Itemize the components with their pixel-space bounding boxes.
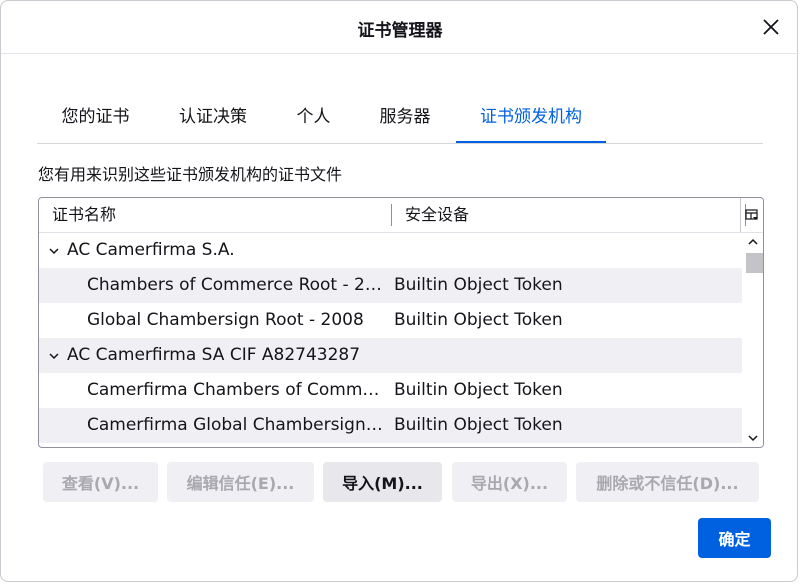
security-device: Builtin Object Token	[394, 275, 563, 295]
tab-authentication-decisions[interactable]: 认证决策	[154, 97, 272, 141]
scroll-up-button[interactable]	[743, 233, 763, 251]
tree-cert-row[interactable]: Camerfirma Chambers of Commerc... Builti…	[39, 373, 742, 408]
cert-name: Camerfirma Global Chambersign R...	[87, 415, 387, 435]
column-header-security-device[interactable]: 安全设备	[405, 198, 469, 232]
import-button[interactable]: 导入(M)...	[323, 462, 442, 502]
view-button[interactable]: 查看(V)...	[43, 462, 158, 502]
certificate-tree[interactable]: 证书名称 安全设备 AC Camerfirma S.A. Chambers of…	[38, 197, 764, 448]
tree-cert-row[interactable]: Global Chambersign Root - 2008 Builtin O…	[39, 303, 742, 338]
dialog-title: 证书管理器	[357, 21, 443, 41]
tree-group-row[interactable]: AC Camerfirma S.A.	[39, 233, 742, 268]
twisty-expanded-icon[interactable]	[48, 245, 60, 257]
column-picker-button[interactable]	[740, 198, 763, 232]
tab-description: 您有用来识别这些证书颁发机构的证书文件	[38, 165, 343, 184]
export-button[interactable]: 导出(X)...	[452, 462, 567, 502]
tab-servers[interactable]: 服务器	[355, 97, 455, 141]
twisty-expanded-icon[interactable]	[48, 350, 60, 362]
scroll-down-icon	[748, 435, 758, 442]
cert-name: Camerfirma Chambers of Commerc...	[87, 380, 387, 400]
group-name: AC Camerfirma SA CIF A82743287	[67, 345, 361, 365]
column-splitter[interactable]	[391, 204, 392, 226]
delete-or-distrust-button[interactable]: 删除或不信任(D)...	[576, 462, 759, 502]
tab-people[interactable]: 个人	[272, 97, 355, 141]
group-name: AC Camerfirma S.A.	[67, 240, 235, 260]
tab-strip: 您的证书 认证决策 个人 服务器 证书颁发机构	[37, 97, 763, 144]
edit-trust-button[interactable]: 编辑信任(E)...	[167, 462, 314, 502]
close-icon	[763, 19, 779, 35]
tree-cert-row[interactable]: Chambers of Commerce Root - 2008 Builtin…	[39, 268, 742, 303]
column-picker-icon	[745, 209, 758, 220]
close-button[interactable]	[757, 13, 785, 41]
tab-authorities[interactable]: 证书颁发机构	[456, 97, 606, 143]
scroll-down-button[interactable]	[743, 429, 763, 447]
tab-your-certificates[interactable]: 您的证书	[37, 97, 154, 141]
security-device: Builtin Object Token	[394, 310, 563, 330]
scroll-thumb[interactable]	[746, 253, 763, 273]
ok-button[interactable]: 确定	[698, 518, 771, 558]
security-device: Builtin Object Token	[394, 380, 563, 400]
tree-header: 证书名称 安全设备	[39, 198, 763, 233]
certificate-manager-dialog: 证书管理器 您的证书 认证决策 个人 服务器 证书颁发机构 您有用来识别这些证书…	[0, 0, 799, 582]
dialog-titlebar: 证书管理器	[1, 1, 799, 54]
column-header-cert-name[interactable]: 证书名称	[52, 198, 116, 232]
tree-body: AC Camerfirma S.A. Chambers of Commerce …	[39, 233, 742, 447]
tree-group-row[interactable]: AC Camerfirma SA CIF A82743287	[39, 338, 742, 373]
scroll-up-icon	[748, 238, 758, 245]
cert-name: Global Chambersign Root - 2008	[87, 310, 364, 330]
cert-name: Chambers of Commerce Root - 2008	[87, 275, 387, 295]
security-device: Builtin Object Token	[394, 415, 563, 435]
tree-scrollbar[interactable]	[743, 233, 763, 447]
tree-cert-row[interactable]: Camerfirma Global Chambersign R... Built…	[39, 408, 742, 443]
